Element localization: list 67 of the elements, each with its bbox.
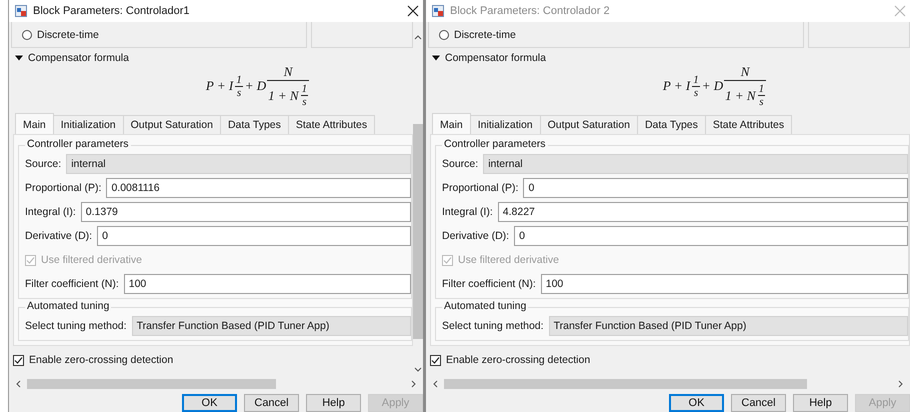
window-title: Block Parameters: Controlador1 [33, 5, 191, 17]
field-label: Select tuning method: [25, 320, 127, 332]
field-label: Derivative (D): [442, 230, 510, 242]
formula-term: + D [244, 78, 266, 94]
field-label: Derivative (D): [25, 230, 92, 242]
source-field[interactable]: internal [483, 154, 908, 174]
formula-term: P + I [662, 78, 690, 94]
formula-term: 1 + N [725, 88, 756, 104]
checkbox[interactable]: Enable zero-crossing detection [13, 354, 174, 366]
formula-term: N [724, 64, 766, 81]
formula-term: s [302, 96, 306, 108]
dialog-button[interactable]: Cancel [244, 394, 299, 412]
close-icon[interactable] [407, 5, 419, 17]
group-title: Automated tuning [442, 300, 528, 312]
input-field[interactable]: 0 [523, 178, 908, 198]
dropdown[interactable]: Transfer Function Based (PID Tuner App) [548, 316, 908, 336]
formula-term: s [236, 86, 242, 98]
section-toggle[interactable]: Compensator formula [15, 52, 129, 64]
checkbox-icon [13, 354, 24, 366]
input-field[interactable]: 100 [540, 274, 908, 294]
dialog-button[interactable]: OK [182, 394, 237, 412]
formula-term: 1 [235, 74, 243, 86]
formula-term: 1 [758, 83, 766, 96]
chevron-right-icon[interactable] [411, 380, 417, 388]
input-field[interactable]: 0.1379 [80, 202, 411, 222]
input-field[interactable]: 4.8227 [498, 202, 908, 222]
field-label: Select tuning method: [442, 320, 544, 332]
field-label: Proportional (P): [442, 182, 518, 194]
input-field[interactable]: 0 [514, 226, 908, 246]
field-label: Filter coefficient (N): [25, 278, 119, 290]
field-label: Filter coefficient (N): [442, 278, 536, 290]
input-field[interactable]: 0.0081116 [106, 178, 411, 198]
source-field[interactable]: internal [66, 154, 411, 174]
field-label: Proportional (P): [25, 182, 102, 194]
block-icon [432, 5, 444, 17]
field-label: Source: [25, 158, 62, 170]
formula-term: s [694, 86, 698, 98]
field-label: Integral (I): [25, 206, 76, 218]
checkbox-icon [25, 254, 36, 266]
chevron-down-icon[interactable] [414, 367, 422, 373]
input-field[interactable]: 0 [97, 226, 411, 246]
field-label: Source: [442, 158, 478, 170]
checkbox-icon [430, 354, 441, 366]
block-icon [15, 5, 27, 17]
formula-term: 1 + N [268, 88, 299, 104]
formula-term: N [267, 64, 310, 81]
input-field[interactable]: 100 [124, 274, 411, 294]
group-title: Controller parameters [25, 138, 131, 150]
formula-term: 1 [300, 83, 308, 96]
chevron-up-icon[interactable] [414, 34, 422, 40]
formula-term: + D [702, 78, 724, 94]
dialog-button[interactable]: Help [306, 394, 361, 412]
dropdown[interactable]: Transfer Function Based (PID Tuner App) [132, 316, 411, 336]
group-title: Automated tuning [25, 300, 112, 312]
group-title: Controller parameters [442, 138, 548, 150]
chevron-left-icon[interactable] [15, 380, 21, 388]
formula-term: P + I [206, 78, 234, 94]
tab[interactable]: State Attributes [288, 115, 376, 134]
tab[interactable]: Main [15, 113, 54, 134]
checkbox-icon [442, 254, 453, 266]
caret-icon [15, 54, 23, 62]
window-title: Block Parameters: Controlador 2 [450, 5, 611, 17]
radio-button[interactable]: Discrete-time [22, 28, 99, 40]
field-label: Integral (I): [442, 206, 493, 218]
formula-term: s [759, 96, 764, 108]
caret-icon [432, 54, 440, 62]
formula-term: 1 [692, 74, 700, 86]
